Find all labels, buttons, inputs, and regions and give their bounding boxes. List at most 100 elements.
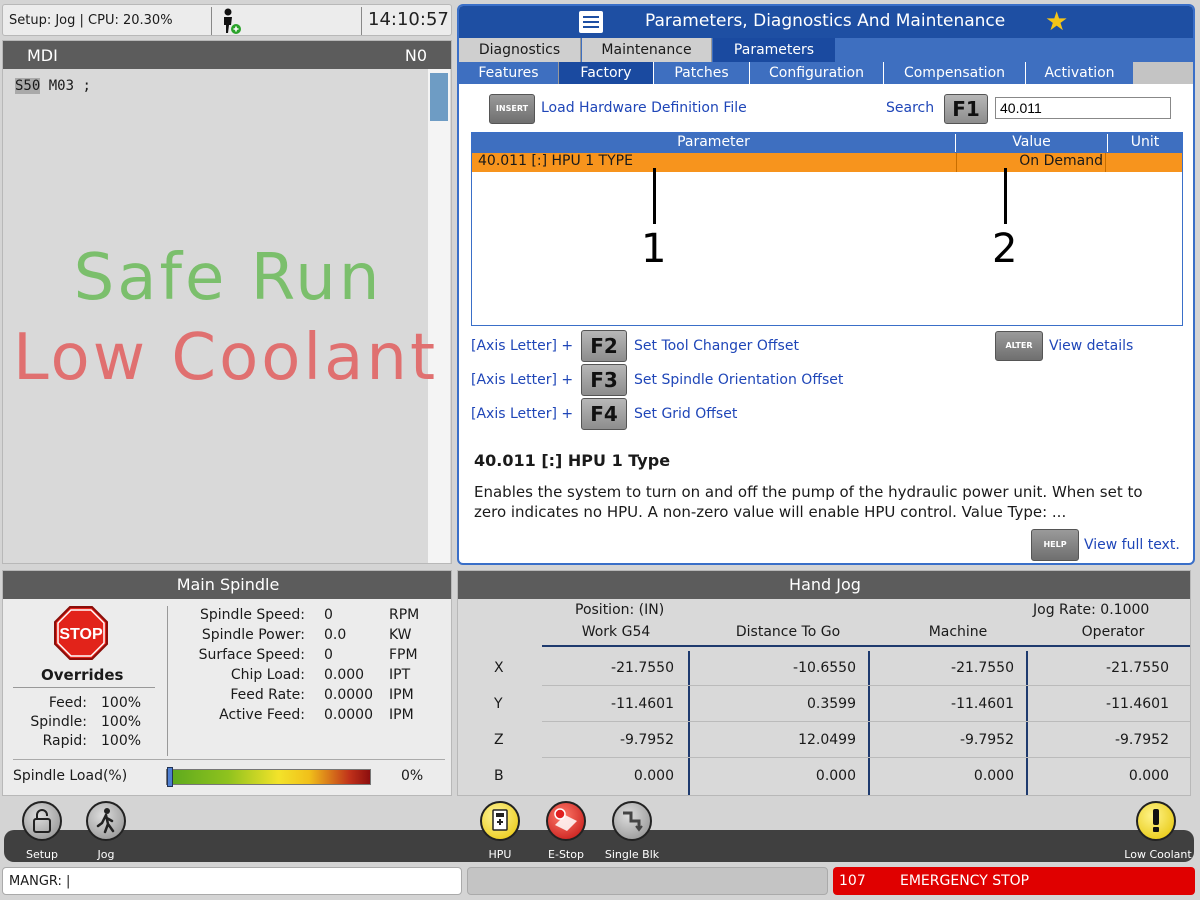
set-tool-changer-offset-link[interactable]: Set Tool Changer Offset — [634, 338, 799, 354]
f4-key[interactable]: F4 — [581, 398, 627, 430]
axis-letter-prefix: [Axis Letter] + — [471, 338, 574, 354]
operator-value: -11.4601 — [1106, 696, 1169, 712]
jog-label: Jog — [97, 848, 115, 861]
operator-value: -9.7952 — [1114, 732, 1169, 748]
f1-key[interactable]: F1 — [944, 94, 988, 124]
spindle-stat-label: Spindle Speed: — [200, 607, 305, 623]
insert-key[interactable]: INSERT — [489, 94, 535, 124]
divider — [211, 7, 212, 35]
mdi-title: MDI — [27, 46, 58, 65]
alter-key[interactable]: ALTER — [995, 331, 1043, 361]
callout-line-2 — [1004, 168, 1007, 224]
f3-key[interactable]: F3 — [581, 364, 627, 396]
axis-letter-prefix: [Axis Letter] + — [471, 406, 574, 422]
mdi-scrollbar[interactable] — [428, 69, 450, 563]
jog-walker-icon[interactable] — [86, 801, 126, 841]
low-coolant-warning-icon[interactable] — [1136, 801, 1176, 841]
line-number: N0 — [404, 46, 427, 65]
row-value: On Demand — [956, 153, 1106, 172]
distance-value: 0.000 — [815, 768, 856, 784]
axis-letter-prefix: [Axis Letter] + — [471, 372, 574, 388]
tab-maintenance[interactable]: Maintenance — [582, 38, 712, 62]
spindle-stat-value: 0.0000 — [324, 687, 373, 703]
search-label: Search — [886, 100, 935, 116]
hpu-icon[interactable] — [480, 801, 520, 841]
operator-icon — [224, 8, 241, 34]
search-input[interactable] — [995, 97, 1171, 119]
set-spindle-orientation-offset-link[interactable]: Set Spindle Orientation Offset — [634, 372, 843, 388]
work-value: 0.000 — [633, 768, 674, 784]
override-label: Spindle: — [30, 714, 87, 730]
spindle-stat-unit: KW — [389, 627, 412, 643]
mdi-program-text[interactable]: S50 M03 ; — [15, 78, 91, 94]
machine-value: 0.000 — [973, 768, 1014, 784]
mode-cpu-status: Setup: Jog | CPU: 20.30% — [9, 13, 173, 28]
spindle-load-bar — [166, 769, 371, 785]
machine-value: -11.4601 — [951, 696, 1014, 712]
column-unit[interactable]: Unit — [1108, 134, 1182, 150]
spindle-stat-value: 0 — [324, 647, 333, 663]
row-parameter: 40.011 [:] HPU 1 TYPE — [478, 153, 633, 169]
spindle-stat-unit: IPM — [389, 687, 414, 703]
mdi-header: MDI N0 — [3, 41, 451, 69]
set-grid-offset-link[interactable]: Set Grid Offset — [634, 406, 737, 422]
axis-label-z: Z — [494, 732, 504, 748]
tab-patches[interactable]: Patches — [653, 62, 749, 84]
menu-icon[interactable] — [579, 11, 603, 33]
scrollbar-thumb[interactable] — [430, 73, 448, 121]
sub-tabs: Features Factory Patches Configuration C… — [459, 62, 1193, 84]
alarm-code: 107 — [839, 873, 866, 889]
column-value[interactable]: Value — [956, 134, 1108, 152]
f2-key[interactable]: F2 — [581, 330, 627, 362]
spindle-stat-value: 0.0000 — [324, 707, 373, 723]
work-value: -9.7952 — [619, 732, 674, 748]
table-header: Parameter Value Unit — [472, 133, 1182, 153]
table-row[interactable]: 40.011 [:] HPU 1 TYPE On Demand — [472, 153, 1182, 172]
spindle-stat-unit: IPT — [389, 667, 411, 683]
clock: 14:10:57 — [368, 9, 449, 30]
spindle-stat-value: 0.0 — [324, 627, 347, 643]
spindle-stat-unit: RPM — [389, 607, 420, 623]
single-block-icon[interactable] — [612, 801, 652, 841]
divider — [361, 7, 362, 35]
parameter-table: Parameter Value Unit 40.011 [:] HPU 1 TY… — [471, 132, 1183, 326]
spindle-load-value: 0% — [401, 768, 424, 784]
view-full-text-link[interactable]: View full text. — [1084, 537, 1180, 553]
tab-configuration[interactable]: Configuration — [749, 62, 883, 84]
view-details-link[interactable]: View details — [1049, 338, 1133, 354]
tab-compensation[interactable]: Compensation — [883, 62, 1025, 84]
column-parameter[interactable]: Parameter — [472, 134, 956, 152]
tab-features[interactable]: Features — [459, 62, 559, 84]
spindle-stat-value: 0.000 — [324, 667, 365, 683]
setup-lock-icon[interactable] — [22, 801, 62, 841]
spindle-stat-value: 0 — [324, 607, 333, 623]
tab-activation[interactable]: Activation — [1025, 62, 1133, 84]
overrides-title: Overrides — [41, 666, 124, 684]
work-value: -11.4601 — [611, 696, 674, 712]
spindle-stat-label: Surface Speed: — [198, 647, 305, 663]
spindle-stat-label: Feed Rate: — [230, 687, 305, 703]
spindle-panel-title: Main Spindle — [3, 571, 451, 599]
favorite-star-icon[interactable]: ★ — [1045, 7, 1068, 37]
override-value: 100% — [101, 733, 142, 749]
spindle-load-indicator — [167, 767, 173, 787]
low-coolant-message: Low Coolant — [13, 321, 439, 395]
parameters-header: Parameters, Diagnostics And Maintenance … — [459, 6, 1193, 38]
command-input[interactable]: MANGR: | — [2, 867, 462, 895]
stop-sign-icon: STOP — [54, 606, 108, 660]
alarm-bar[interactable]: 107 EMERGENCY STOP — [833, 867, 1195, 895]
column-distance-to-go: Distance To Go — [735, 624, 841, 640]
tab-diagnostics[interactable]: Diagnostics — [459, 38, 581, 62]
estop-icon[interactable] — [546, 801, 586, 841]
load-hardware-definition-link[interactable]: Load Hardware Definition File — [541, 100, 747, 116]
cursor-word[interactable]: S50 — [15, 78, 41, 94]
code-rest: M03 ; — [40, 78, 91, 94]
help-key[interactable]: HELP — [1031, 529, 1079, 561]
footer-blank-field — [467, 867, 828, 895]
distance-value: 0.3599 — [807, 696, 856, 712]
axis-label-x: X — [494, 660, 504, 676]
spindle-stat-unit: IPM — [389, 707, 414, 723]
machine-value: -9.7952 — [959, 732, 1014, 748]
tab-factory[interactable]: Factory — [559, 62, 653, 84]
tab-parameters[interactable]: Parameters — [713, 38, 835, 62]
